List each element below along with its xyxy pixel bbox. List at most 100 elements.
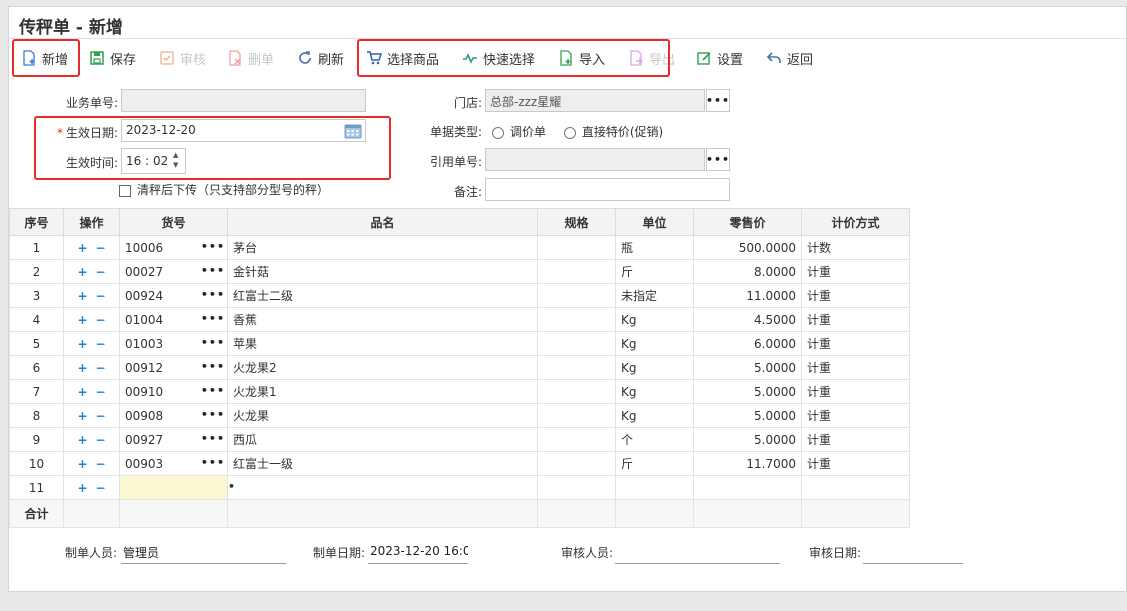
cell-unit: Kg <box>615 355 694 380</box>
cell-name: 西瓜 <box>227 427 538 452</box>
back-button[interactable]: 返回 <box>766 48 813 68</box>
code-picker-icon[interactable]: ••• <box>201 456 225 469</box>
delete-button[interactable]: 删单 <box>227 48 274 68</box>
cell-price[interactable] <box>693 475 802 500</box>
remove-row-icon[interactable]: − <box>96 481 106 495</box>
import-label: 导入 <box>579 52 606 68</box>
refresh-button[interactable]: 刷新 <box>297 48 344 68</box>
remove-row-icon[interactable]: − <box>96 241 106 255</box>
code-picker-icon[interactable]: ••• <box>201 432 225 445</box>
cell-code-editing[interactable] <box>119 475 228 500</box>
cell-unit: 斤 <box>615 451 694 476</box>
add-row-icon[interactable]: + <box>77 457 87 471</box>
cell-price[interactable]: 11.0000 <box>693 283 802 308</box>
table-row: 7 + − 00910 ••• 火龙果1 Kg 5.0000 计重 <box>9 379 910 404</box>
select-goods-button[interactable]: 选择商品 <box>366 48 439 68</box>
remove-row-icon[interactable]: − <box>96 313 106 327</box>
code-picker-icon[interactable]: ••• <box>229 480 237 493</box>
cell-price[interactable]: 6.0000 <box>693 331 802 356</box>
code-picker-icon[interactable]: ••• <box>201 408 225 421</box>
remove-row-icon[interactable]: − <box>96 361 106 375</box>
remove-row-icon[interactable]: − <box>96 289 106 303</box>
audit-date-label: 审核日期: <box>809 546 862 560</box>
code-picker-icon[interactable]: ••• <box>201 360 225 373</box>
cell-code[interactable]: 00924 ••• <box>119 283 228 308</box>
cell-price[interactable]: 8.0000 <box>693 259 802 284</box>
time-down-icon[interactable]: ▼ <box>173 160 178 170</box>
code-picker-icon[interactable]: ••• <box>201 288 225 301</box>
export-label: 导出 <box>649 52 676 68</box>
store-field[interactable]: 总部-zzz星耀 <box>485 89 705 112</box>
time-spinner-arrows[interactable]: ▲ ▼ <box>173 150 178 170</box>
ref-no-picker-button[interactable]: ••• <box>706 148 730 171</box>
code-picker-icon[interactable]: ••• <box>201 336 225 349</box>
cell-code[interactable]: 10006 ••• <box>119 235 228 260</box>
import-button[interactable]: 导入 <box>558 48 605 68</box>
clear-scale-option[interactable]: 清秤后下传（只支持部分型号的秤） <box>119 181 329 198</box>
remove-row-icon[interactable]: − <box>96 433 106 447</box>
add-row-icon[interactable]: + <box>77 265 87 279</box>
delete-doc-icon <box>229 50 241 66</box>
cell-code[interactable]: 01003 ••• <box>119 331 228 356</box>
cell-price[interactable]: 5.0000 <box>693 427 802 452</box>
cell-mode: 计重 <box>801 355 910 380</box>
ref-no-field[interactable] <box>485 148 705 171</box>
cell-code[interactable]: 00903 ••• <box>119 451 228 476</box>
add-row-icon[interactable]: + <box>77 433 87 447</box>
bill-no-label: 业务单号: <box>65 96 118 110</box>
clear-scale-checkbox[interactable] <box>119 184 131 197</box>
cell-unit: 斤 <box>615 259 694 284</box>
settings-button[interactable]: 设置 <box>696 48 743 68</box>
add-row-icon[interactable]: + <box>77 385 87 399</box>
add-row-icon[interactable]: + <box>77 289 87 303</box>
doc-type-options: 调价单 直接特价(促销) <box>492 123 663 140</box>
cell-code[interactable]: 00908 ••• <box>119 403 228 428</box>
cell-spec <box>537 259 616 284</box>
add-row-icon[interactable]: + <box>77 241 87 255</box>
add-row-icon[interactable]: + <box>77 361 87 375</box>
store-picker-button[interactable]: ••• <box>706 89 730 112</box>
code-picker-icon[interactable]: ••• <box>201 384 225 397</box>
code-picker-icon[interactable]: ••• <box>201 312 225 325</box>
time-minute: 02 <box>152 154 169 168</box>
cell-price[interactable]: 5.0000 <box>693 379 802 404</box>
cell-spec <box>537 451 616 476</box>
doc-type-radio-adjust[interactable]: 调价单 <box>492 125 546 139</box>
cell-price[interactable]: 5.0000 <box>693 355 802 380</box>
cell-code[interactable]: 00910 ••• <box>119 379 228 404</box>
remove-row-icon[interactable]: − <box>96 409 106 423</box>
cell-code[interactable]: 00927 ••• <box>119 427 228 452</box>
settings-label: 设置 <box>717 52 744 68</box>
add-row-icon[interactable]: + <box>77 313 87 327</box>
add-row-icon[interactable]: + <box>77 409 87 423</box>
cell-price[interactable]: 11.7000 <box>693 451 802 476</box>
remove-row-icon[interactable]: − <box>96 337 106 351</box>
calendar-icon[interactable] <box>344 122 362 139</box>
remark-field[interactable] <box>485 178 730 201</box>
cell-code[interactable]: 00027 ••• <box>119 259 228 284</box>
quick-select-button[interactable]: 快速选择 <box>462 48 535 68</box>
add-row-icon[interactable]: + <box>77 337 87 351</box>
remark-label: 备注: <box>453 185 482 199</box>
code-picker-icon[interactable]: ••• <box>201 240 225 253</box>
effective-date-field[interactable]: 2023-12-20 <box>121 119 366 142</box>
remove-row-icon[interactable]: − <box>96 265 106 279</box>
time-up-icon[interactable]: ▲ <box>173 150 178 160</box>
remove-row-icon[interactable]: − <box>96 457 106 471</box>
cell-price[interactable]: 5.0000 <box>693 403 802 428</box>
code-picker-icon[interactable]: ••• <box>201 264 225 277</box>
cell-price[interactable]: 4.5000 <box>693 307 802 332</box>
cell-code[interactable]: 00912 ••• <box>119 355 228 380</box>
bill-no-field[interactable] <box>121 89 366 112</box>
save-button[interactable]: 保存 <box>89 48 136 68</box>
new-button[interactable]: 新增 <box>21 48 68 68</box>
doc-type-radio-special[interactable]: 直接特价(促销) <box>563 125 663 139</box>
audit-button[interactable]: 审核 <box>159 48 206 68</box>
cell-code[interactable]: 01004 ••• <box>119 307 228 332</box>
add-row-icon[interactable]: + <box>77 481 87 495</box>
cell-price[interactable]: 500.0000 <box>693 235 802 260</box>
export-button[interactable]: 导出 <box>628 48 675 68</box>
remove-row-icon[interactable]: − <box>96 385 106 399</box>
back-arrow-icon <box>766 52 781 63</box>
header-code: 货号 <box>119 208 228 236</box>
